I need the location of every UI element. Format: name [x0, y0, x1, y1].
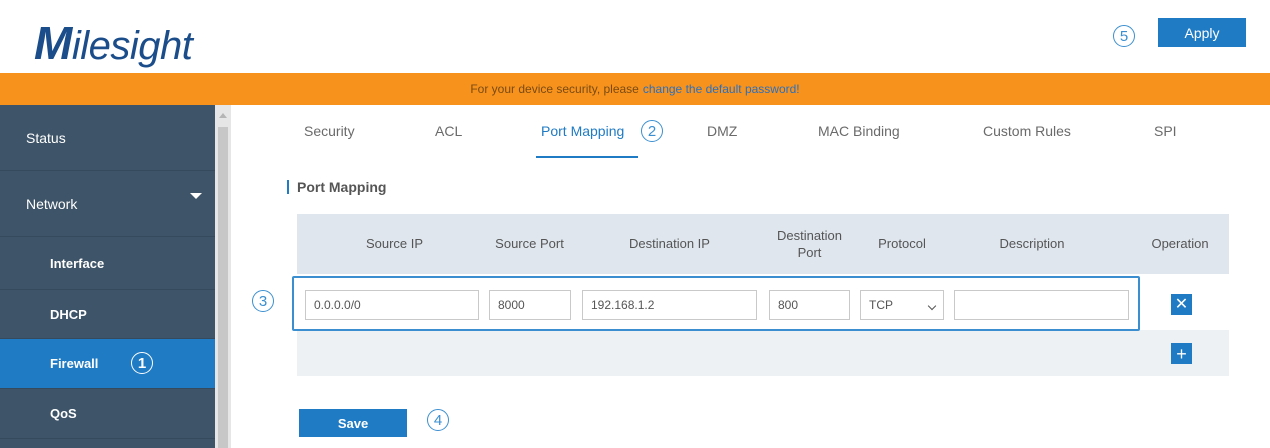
sidebar-item-dhcp[interactable]: DHCP	[0, 290, 215, 339]
plus-icon[interactable]: +	[1171, 343, 1192, 364]
column-header-description: Description	[999, 236, 1065, 251]
sidebar-item-network[interactable]: Network	[0, 171, 215, 237]
banner-text: For your device security, please	[470, 82, 639, 96]
callout-4: 4	[427, 409, 449, 431]
column-header-source-ip: Source IP	[365, 236, 424, 251]
sidebar-item-status[interactable]: Status	[0, 105, 215, 171]
tab-custom-rules[interactable]: Custom Rules	[983, 123, 1071, 139]
column-header-source-port: Source Port	[495, 236, 564, 251]
save-button[interactable]: Save	[299, 409, 407, 437]
sidebar-item-label: DHCP	[50, 306, 87, 322]
sidebar-item-label: Network	[26, 195, 78, 212]
callout-1: 1	[131, 352, 153, 374]
active-tab-indicator	[536, 156, 638, 158]
tab-mac-binding[interactable]: MAC Binding	[818, 123, 900, 139]
column-header-destination-port: Destination Port	[776, 228, 843, 260]
security-banner: For your device security, please change …	[0, 73, 1270, 105]
tab-dmz[interactable]: DMZ	[707, 123, 737, 139]
section-title: Port Mapping	[287, 180, 386, 194]
sidebar-item-label: QoS	[50, 406, 77, 421]
sidebar: Status Network Interface DHCP Firewall 1…	[0, 105, 215, 448]
apply-button[interactable]: Apply	[1158, 18, 1246, 47]
callout-3: 3	[252, 290, 274, 312]
row-highlight	[292, 276, 1140, 331]
callout-5: 5	[1113, 25, 1135, 47]
sidebar-item-qos[interactable]: QoS	[0, 389, 215, 439]
sidebar-item-label: Firewall	[50, 356, 99, 371]
sidebar-item-interface[interactable]: Interface	[0, 237, 215, 290]
column-header-destination-ip: Destination IP	[629, 236, 710, 251]
callout-2: 2	[641, 120, 663, 142]
sidebar-item-label: Interface	[50, 255, 105, 271]
tab-spi[interactable]: SPI	[1154, 123, 1177, 139]
scroll-up-icon[interactable]	[219, 113, 227, 118]
scrollbar-thumb[interactable]	[218, 127, 228, 448]
tab-security[interactable]: Security	[304, 123, 355, 139]
tab-acl[interactable]: ACL	[435, 123, 462, 139]
column-header-protocol: Protocol	[878, 236, 926, 251]
change-password-link[interactable]: change the default password!	[643, 82, 800, 96]
tab-port-mapping[interactable]: Port Mapping	[541, 123, 624, 139]
milesight-logo: Milesight	[34, 17, 193, 69]
sidebar-item-firewall[interactable]: Firewall 1	[0, 339, 215, 389]
table-header: Source IP Source Port Destination IP Des…	[297, 214, 1229, 274]
caret-down-icon	[190, 193, 202, 199]
sidebar-item-label: Status	[26, 129, 66, 146]
sidebar-scrollbar[interactable]	[215, 105, 231, 448]
header: Milesight 5 Apply	[0, 0, 1270, 73]
column-header-operation: Operation	[1151, 236, 1209, 251]
close-icon[interactable]: ✕	[1171, 294, 1192, 315]
